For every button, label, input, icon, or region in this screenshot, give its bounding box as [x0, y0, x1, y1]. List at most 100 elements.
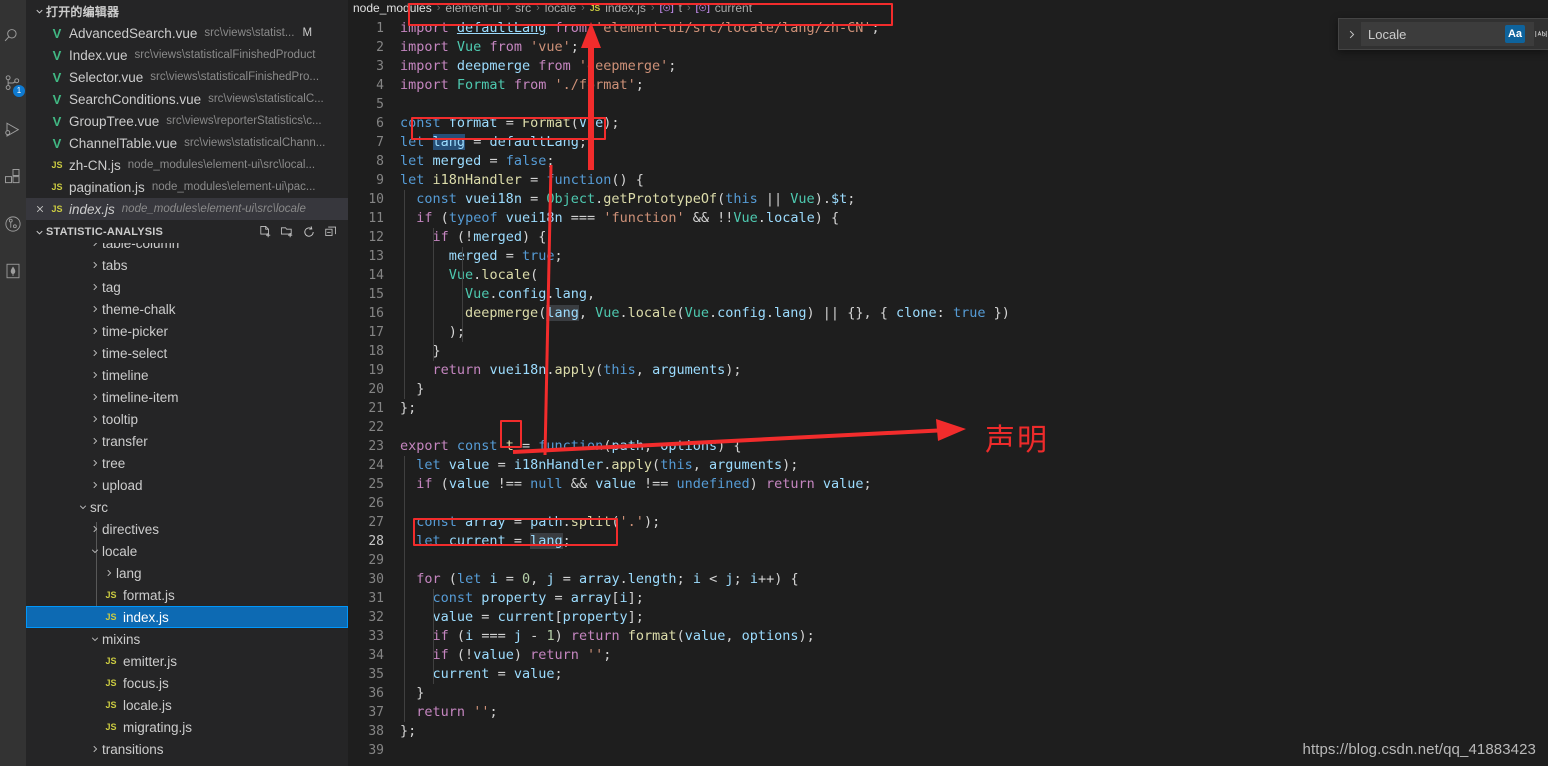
open-editor-item[interactable]: JS pagination.js node_modules\element-ui…: [26, 176, 348, 198]
breadcrumb-separator-icon: ›: [506, 2, 511, 14]
open-editor-item[interactable]: JS zh-CN.js node_modules\element-ui\src\…: [26, 154, 348, 176]
tree-item-timeline[interactable]: timeline: [26, 364, 348, 386]
tree-item-label: tag: [102, 279, 121, 295]
vscode-window: 1 打开的编辑器 V AdvancedSearch.vue src\views\…: [0, 0, 1548, 766]
git-graph-icon[interactable]: [0, 200, 26, 247]
open-editor-item[interactable]: V AdvancedSearch.vue src\views\statist..…: [26, 22, 348, 44]
tree-item-upload[interactable]: upload: [26, 474, 348, 496]
tree-item-tabs[interactable]: tabs: [26, 254, 348, 276]
line-number: 29: [368, 553, 384, 568]
code-line: 8 let merged = false;: [348, 152, 1548, 171]
run-and-debug-icon[interactable]: [0, 106, 26, 153]
tree-item-time-select[interactable]: time-select: [26, 342, 348, 364]
chevron-right-icon: [88, 370, 102, 380]
tree-item-transfer[interactable]: transfer: [26, 430, 348, 452]
open-editors-list: V AdvancedSearch.vue src\views\statist..…: [26, 22, 348, 220]
code-line: 28 let current = lang;: [348, 532, 1548, 551]
tree-item-timeline-item[interactable]: timeline-item: [26, 386, 348, 408]
editor-pane: node_modules › element-ui › src › locale…: [348, 0, 1548, 766]
chevron-right-icon: [88, 326, 102, 336]
open-editors-header[interactable]: 打开的编辑器: [26, 0, 348, 22]
breadcrumb[interactable]: node_modules › element-ui › src › locale…: [348, 0, 1548, 16]
code-line: 21};: [348, 399, 1548, 418]
explorer-header[interactable]: STATISTIC-ANALYSIS: [26, 221, 348, 243]
line-number: 36: [368, 686, 384, 701]
line-number: 1: [376, 21, 384, 36]
tree-item-focus-js[interactable]: JS focus.js: [26, 672, 348, 694]
code-line: 13 merged = true;: [348, 247, 1548, 266]
chevron-right-icon: [88, 436, 102, 446]
find-input[interactable]: Locale Aa: [1361, 22, 1534, 46]
open-editor-item[interactable]: V GroupTree.vue src\views\reporterStatis…: [26, 110, 348, 132]
code-line: 17 );: [348, 323, 1548, 342]
tree-item-directives[interactable]: directives: [26, 518, 348, 540]
code-line: 4 import Format from './format';: [348, 76, 1548, 95]
source-control-icon[interactable]: 1: [0, 59, 26, 106]
match-case-toggle[interactable]: Aa: [1505, 25, 1525, 43]
tree-item-locale-js[interactable]: JS locale.js: [26, 694, 348, 716]
close-icon[interactable]: [32, 204, 48, 214]
tree-item-label: emitter.js: [123, 653, 178, 669]
code-line: 16 deepmerge(lang, Vue.locale(Vue.config…: [348, 304, 1548, 323]
tree-item-emitter-js[interactable]: JS emitter.js: [26, 650, 348, 672]
code-line: 35 current = value;: [348, 665, 1548, 684]
open-editor-item[interactable]: V SearchConditions.vue src\views\statist…: [26, 88, 348, 110]
chevron-right-icon[interactable]: [1341, 22, 1361, 46]
vue-file-icon: V: [52, 25, 62, 41]
whole-word-toggle[interactable]: [1534, 25, 1548, 43]
extensions-icon[interactable]: [0, 153, 26, 200]
collapse-all-icon[interactable]: [324, 225, 338, 239]
breadcrumb-item-t[interactable]: t: [679, 1, 682, 15]
breadcrumb-item-src[interactable]: src: [515, 1, 531, 15]
breadcrumb-item-locale[interactable]: locale: [545, 1, 576, 15]
new-folder-icon[interactable]: [280, 225, 294, 239]
refresh-icon[interactable]: [302, 225, 316, 239]
line-number: 32: [368, 610, 384, 625]
side-bar: 打开的编辑器 V AdvancedSearch.vue src\views\st…: [26, 0, 348, 766]
open-editor-name: zh-CN.js: [69, 157, 121, 173]
search-icon[interactable]: [0, 12, 26, 59]
tree-item-migrating-js[interactable]: JS migrating.js: [26, 716, 348, 738]
breadcrumb-item-node-modules[interactable]: node_modules: [353, 1, 432, 15]
tree-item-tree[interactable]: tree: [26, 452, 348, 474]
open-editor-path: node_modules\element-ui\src\local...: [127, 159, 316, 171]
code-line: 34 if (!value) return '';: [348, 646, 1548, 665]
open-editor-item[interactable]: V ChannelTable.vue src\views\statistical…: [26, 132, 348, 154]
line-number: 38: [368, 724, 384, 739]
tree-item-index-js[interactable]: JS index.js: [26, 606, 348, 628]
open-editor-item-active[interactable]: JS index.js node_modules\element-ui\src\…: [26, 198, 348, 220]
tree-item-locale[interactable]: locale: [26, 540, 348, 562]
code-editor[interactable]: 1 import defaultLang from 'element-ui/src…: [348, 16, 1548, 766]
breadcrumb-item-element-ui[interactable]: element-ui: [445, 1, 501, 15]
open-editor-name: AdvancedSearch.vue: [69, 25, 198, 41]
tree-item-time-picker[interactable]: time-picker: [26, 320, 348, 342]
line-number: 3: [376, 59, 384, 74]
tree-item-utils[interactable]: utils: [26, 760, 348, 766]
tree-item-src[interactable]: src: [26, 496, 348, 518]
js-file-icon: JS: [105, 612, 117, 622]
code-line: 19 return vuei18n.apply(this, arguments)…: [348, 361, 1548, 380]
line-number: 11: [368, 211, 384, 226]
tree-item-format-js[interactable]: JS format.js: [26, 584, 348, 606]
tree-item-tooltip[interactable]: tooltip: [26, 408, 348, 430]
tree-item-table-column[interactable]: table-column: [26, 243, 348, 254]
explorer-tree[interactable]: table-column tabs tag theme-chalk time-p…: [26, 243, 348, 766]
open-editor-item[interactable]: V Index.vue src\views\statisticalFinishe…: [26, 44, 348, 66]
code-line: 10 const vuei18n = Object.getPrototypeOf…: [348, 190, 1548, 209]
code-line: 15 Vue.config.lang,: [348, 285, 1548, 304]
tree-item-lang[interactable]: lang: [26, 562, 348, 584]
tree-item-label: lang: [116, 565, 142, 581]
breadcrumb-item-current[interactable]: current: [715, 1, 752, 15]
open-editor-path: src\views\statisticalChann...: [184, 137, 326, 149]
open-editor-item[interactable]: V Selector.vue src\views\statisticalFini…: [26, 66, 348, 88]
tree-item-mixins[interactable]: mixins: [26, 628, 348, 650]
tree-item-theme-chalk[interactable]: theme-chalk: [26, 298, 348, 320]
find-widget[interactable]: Locale Aa: [1338, 18, 1548, 50]
bookmark-icon[interactable]: [0, 247, 26, 294]
line-number: 35: [368, 667, 384, 682]
tree-item-tag[interactable]: tag: [26, 276, 348, 298]
breadcrumb-item-index-js[interactable]: index.js: [605, 1, 646, 15]
line-number: 8: [376, 154, 384, 169]
tree-item-transitions[interactable]: transitions: [26, 738, 348, 760]
new-file-icon[interactable]: [258, 225, 272, 239]
